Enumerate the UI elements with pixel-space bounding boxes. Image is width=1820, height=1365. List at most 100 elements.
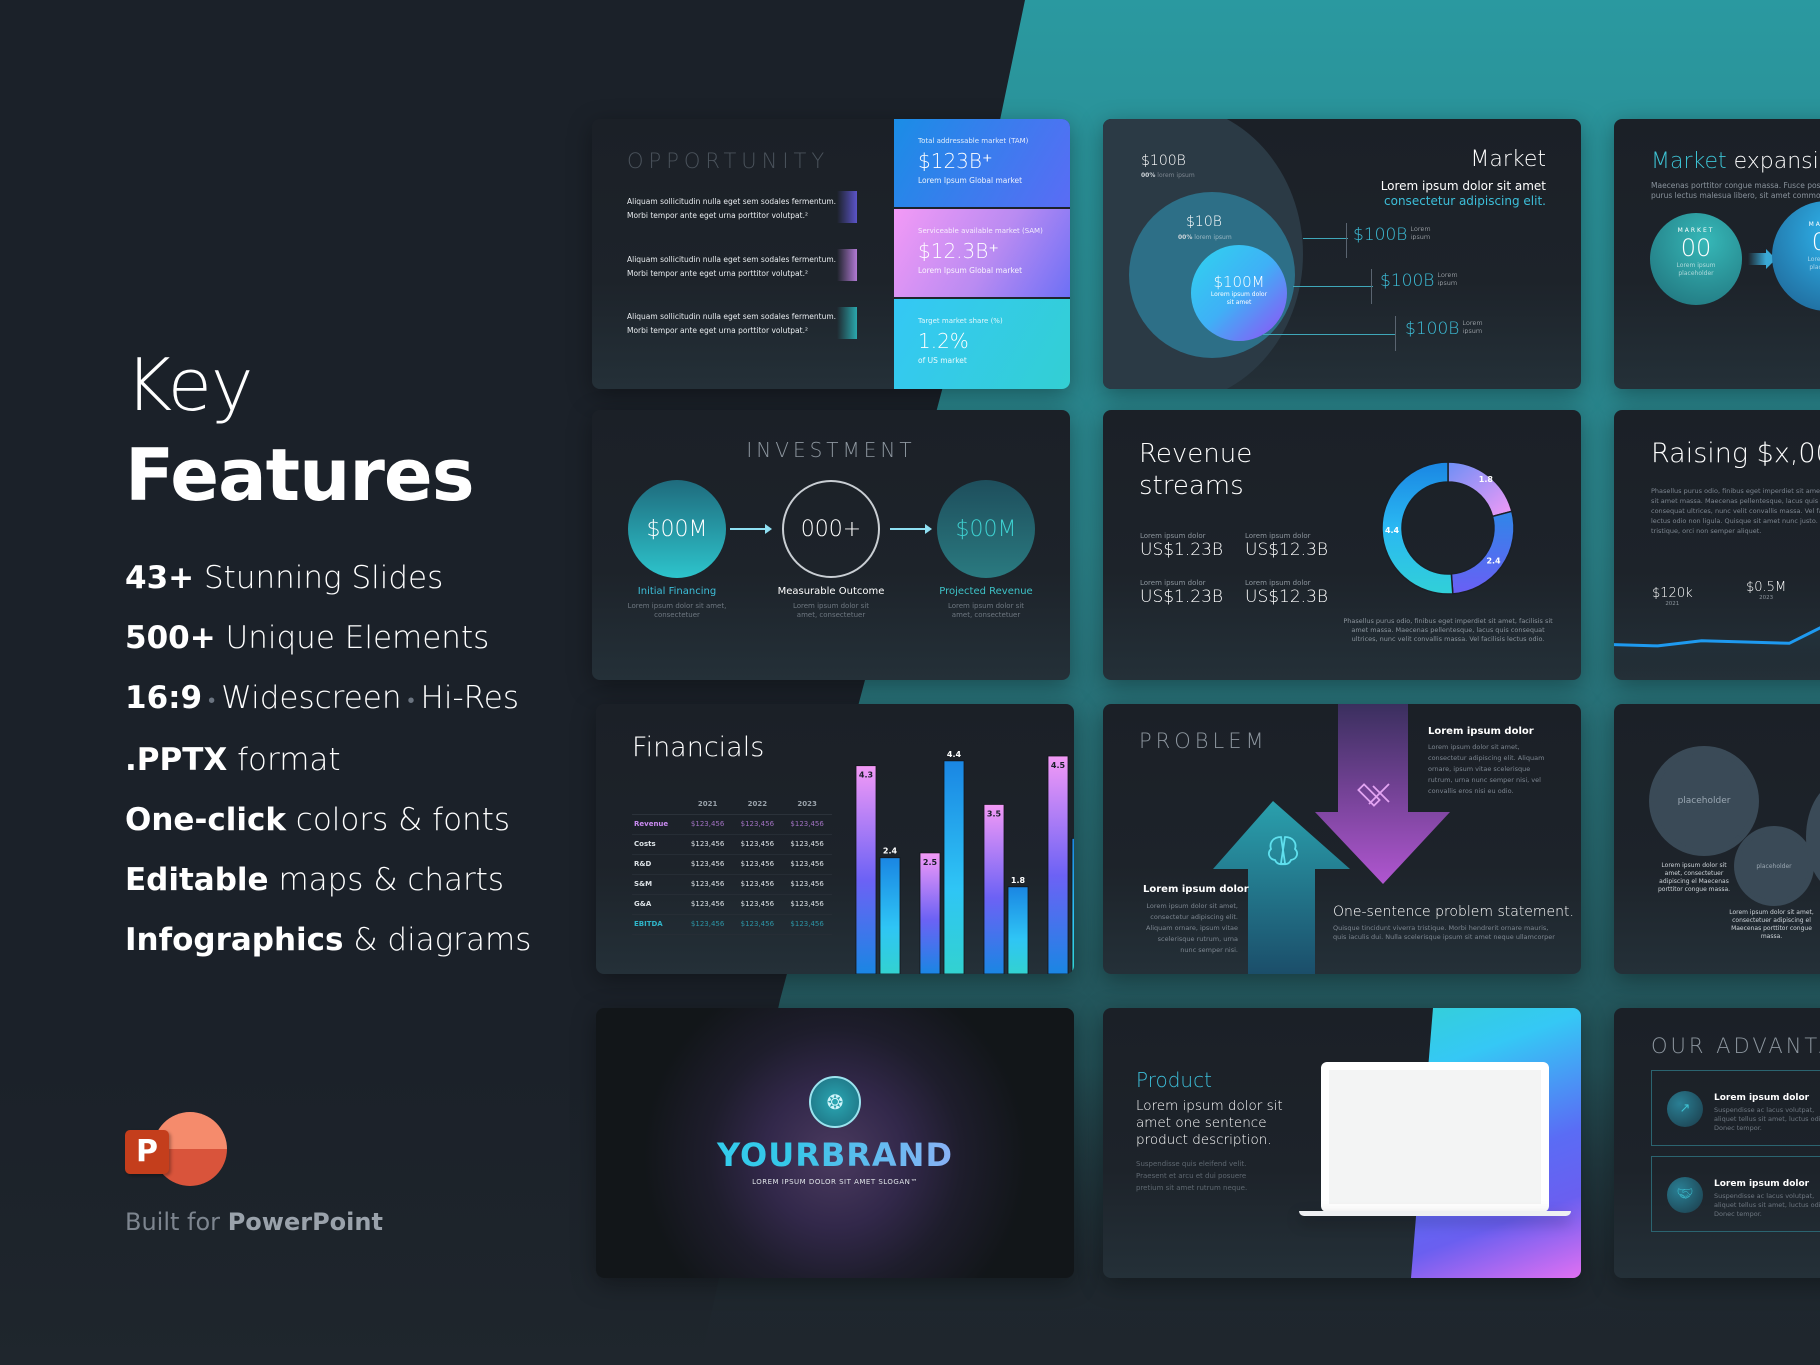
line-chart <box>1614 626 1820 680</box>
feature-item: 16:9 • Widescreen • Hi-Res <box>125 680 520 716</box>
problem-statement-sub: Quisque tincidunt viverra tristique. Mor… <box>1333 924 1555 941</box>
donut-label: 1.8 <box>1479 475 1494 484</box>
slide-product[interactable]: Product Lorem ipsum dolor sit amet one s… <box>1103 1008 1581 1278</box>
bar <box>919 852 941 974</box>
stat-item: Lorem ipsum dolor US$1.23B <box>1140 579 1224 607</box>
bar <box>1071 837 1074 974</box>
title-key: Key <box>125 343 254 427</box>
step-circle: $00M <box>937 480 1035 578</box>
outer-value: $100B <box>1141 153 1186 169</box>
step-label: Projected Revenue <box>939 586 1033 597</box>
callout-value: $100B Lorem ipsum <box>1380 271 1458 291</box>
bar <box>1047 755 1069 974</box>
slide-raising[interactable]: Raising $x,000 Phasellus purus odio, fin… <box>1614 410 1820 680</box>
stat-item: Lorem ipsum dolor US$1.23B <box>1140 532 1224 560</box>
product-description: Lorem ipsum dolor sit amet one sentence … <box>1136 1098 1283 1148</box>
feature-item: 43+ Stunning Slides <box>125 560 444 596</box>
features-panel: Key Features 43+ Stunning Slides 500+ Un… <box>125 340 585 970</box>
title-features: Features <box>125 433 475 517</box>
slide-financials[interactable]: Financials 2021 2022 2023 Revenue $123,45… <box>596 704 1074 974</box>
table-row: Costs $123,456 $123,456 $123,456 <box>632 834 832 855</box>
accent-bar <box>837 249 857 281</box>
market-circle: MARKET 00 Lorem ipsum placeholder <box>1772 201 1820 311</box>
connector-line <box>1263 334 1396 335</box>
arrow-right-icon <box>890 524 932 534</box>
feature-item: Editable maps & charts <box>125 861 505 898</box>
feature-item: One-click colors & fonts <box>125 801 510 838</box>
arrow-right-icon <box>730 524 772 534</box>
bar <box>855 765 877 974</box>
accent-bar <box>837 307 857 339</box>
slide-title: INVESTMENT <box>746 438 916 462</box>
bar-label: 3.5 <box>987 809 1002 818</box>
line-series <box>1614 626 1820 648</box>
connector-line <box>1293 286 1373 287</box>
donut-slice <box>1450 510 1515 595</box>
slide-revenue-streams[interactable]: Revenue streams Lorem ipsum dolor US$1.23B… <box>1103 410 1581 680</box>
slide-investment[interactable]: INVESTMENT $00M 000+ $00M Initial Financ… <box>592 410 1070 680</box>
advantage-card: ↗ Lorem ipsum dolor Suspendisse ac lacus… <box>1651 1070 1820 1146</box>
step-label: Measurable Outcome <box>777 586 885 597</box>
list-item: Aliquam sollicitudin nulla eget sem soda… <box>627 255 837 278</box>
built-for-label: Built for PowerPoint <box>125 1208 383 1236</box>
slide-title: Market <box>1470 147 1546 172</box>
table-row: G&A $123,456 $123,456 $123,456 <box>632 894 832 915</box>
gear-text: Lorem ipsum dolor sit amet, consectetuer… <box>1729 909 1814 940</box>
table-row: R&D $123,456 $123,456 $123,456 <box>632 854 832 875</box>
paragraph: Lorem ipsum dolor sit amet, consectetur … <box>1145 902 1238 954</box>
chart-up-icon: ↗ <box>1667 1091 1703 1127</box>
problem-statement: One-sentence problem statement. <box>1333 904 1574 920</box>
chart-note: Phasellus purus odio, finibus eget imper… <box>1343 617 1553 643</box>
point-annotation: $120k 2021 <box>1652 586 1693 607</box>
slide-our-advantage[interactable]: OUR ADVANTAGE ↗ Lorem ipsum dolor Suspen… <box>1614 1008 1820 1278</box>
slide-opportunity[interactable]: OPPORTUNITY Aliquam sollicitudin nulla e… <box>592 119 1070 389</box>
tam-box: Total addressable market (TAM) $123B⁺ Lo… <box>894 119 1070 207</box>
table-row: Revenue $123,456 $123,456 $123,456 <box>632 814 832 835</box>
stat-item: Lorem ipsum dolor US$12.3B <box>1245 579 1329 607</box>
middle-pct: 00% lorem ipsum <box>1178 234 1232 241</box>
heading: Lorem ipsum dolor <box>1143 884 1249 895</box>
bar-label: 4.3 <box>859 771 873 780</box>
bar-label: 4.5 <box>1051 761 1066 770</box>
table-row: S&M $123,456 $123,456 $123,456 <box>632 874 832 895</box>
donut-label: 2.4 <box>1486 557 1501 566</box>
feature-item: .PPTX format <box>125 741 341 778</box>
slide-market[interactable]: $100B 00% lorem ipsum $10B 00% lorem ips… <box>1103 119 1581 389</box>
bar <box>1007 886 1029 974</box>
bar-label: 4.4 <box>947 750 962 759</box>
donut-label: 4.4 <box>1385 526 1400 535</box>
outer-pct: 00% lorem ipsum <box>1141 172 1195 179</box>
slide-title: OPPORTUNITY <box>627 149 830 173</box>
paragraph: Lorem ipsum dolor sit amet, consectetur … <box>1428 743 1545 795</box>
sam-box: Serviceable available market (SAM) $12.3… <box>894 209 1070 297</box>
bar-label: 2.4 <box>883 847 898 856</box>
slide-brand-cover[interactable]: ❂ YOURBRAND LOREM IPSUM DOLOR SIT AMET S… <box>596 1008 1074 1278</box>
bar-label: 1.8 <box>1011 876 1026 885</box>
list-item: Aliquam sollicitudin nulla eget sem soda… <box>627 312 837 335</box>
slide-title: Financials <box>632 732 765 763</box>
donut-slice <box>1447 461 1513 518</box>
laptop-screen <box>1329 1070 1541 1204</box>
gear-text: Lorem ipsum dolor sit amet, consectetuer… <box>1657 862 1731 893</box>
advantage-card: 🤝︎ Lorem ipsum dolor Suspendisse ac lacu… <box>1651 1156 1820 1232</box>
separator-dot: • <box>208 687 216 712</box>
financials-table: 2021 2022 2023 Revenue $123,456 $123,456 $1… <box>632 794 832 935</box>
slide-desc: Lorem ipsum dolor sit amet consectetur ad… <box>1380 179 1546 208</box>
step-sub: Lorem ipsum dolor sit amet, consectetuer <box>792 602 870 619</box>
laptop-base <box>1299 1211 1571 1216</box>
bar <box>943 760 965 974</box>
middle-value: $10B <box>1186 214 1222 230</box>
connector-line <box>1303 238 1348 239</box>
slide-title: Market expansion <box>1651 149 1820 174</box>
line-area <box>1614 627 1820 680</box>
callout-value: $100B Lorem ipsum <box>1353 225 1431 245</box>
slide-market-expansion[interactable]: Market expansion Maecenas porttitor cong… <box>1614 119 1820 389</box>
slide-problem[interactable]: PROBLEM Lorem ipsum dolor Lorem ipsum do… <box>1103 704 1581 974</box>
slide-how-it-works[interactable]: HOW IT WORKS placeholder placeholder Lor… <box>1614 704 1820 974</box>
step-sub: Lorem ipsum dolor sit amet, consectetuer <box>627 602 727 619</box>
bar <box>879 857 901 974</box>
connector-line <box>1395 316 1396 351</box>
gear-icon: placeholder <box>1734 826 1814 906</box>
som-circle: $100M Lorem ipsum dolor sit amet <box>1191 245 1287 341</box>
product-sub: Suspendisse quis eleifend velit. Praesen… <box>1136 1160 1248 1192</box>
